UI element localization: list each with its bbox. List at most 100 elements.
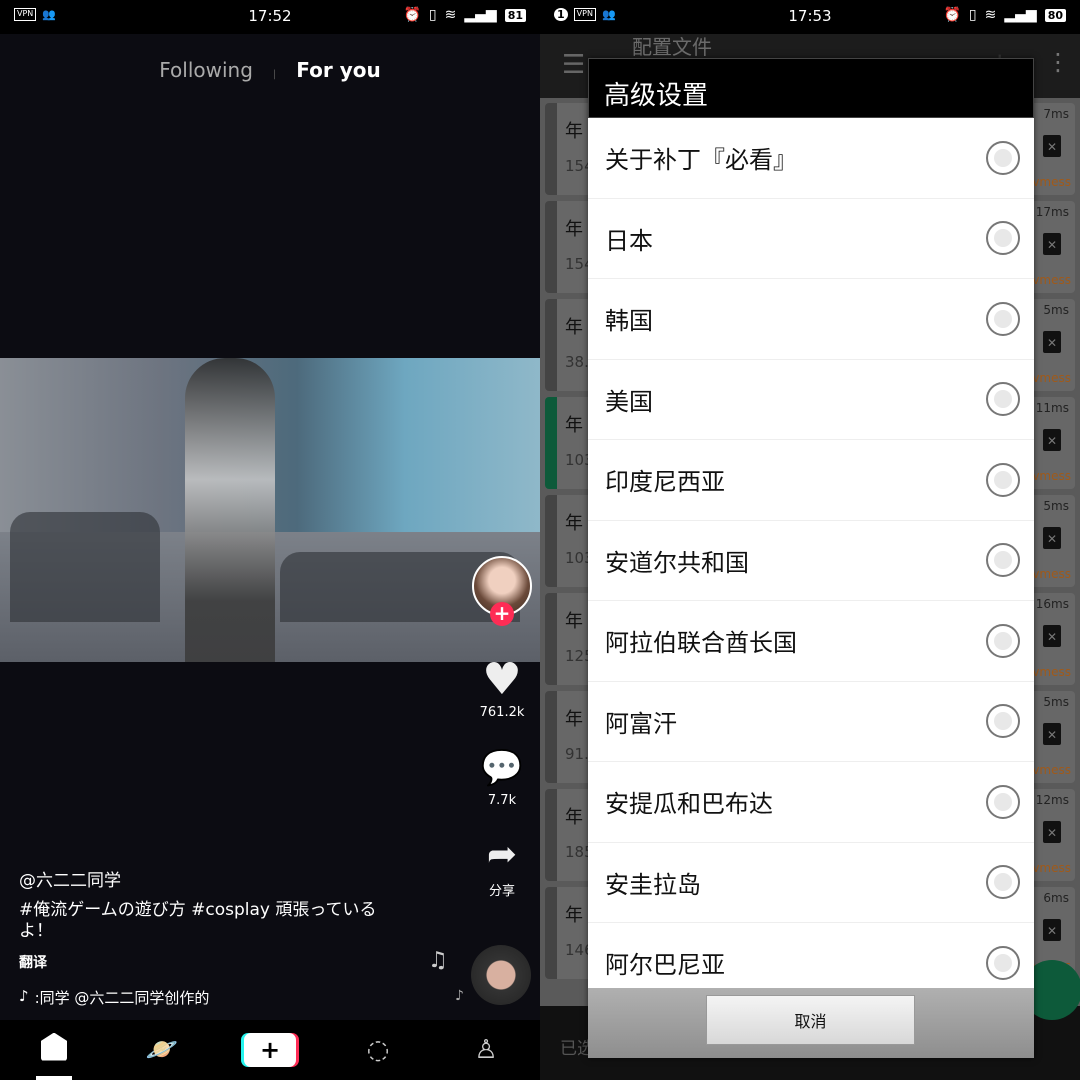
like-count: 761.2k xyxy=(479,705,525,720)
server-name: 年 xyxy=(565,905,583,926)
discover-planet-icon: 🪐 xyxy=(145,1035,179,1065)
delete-icon[interactable]: ✕ xyxy=(1043,233,1061,255)
signal-icon: ▂▄▆ xyxy=(464,7,497,23)
radio-button[interactable] xyxy=(986,784,1020,819)
radio-button[interactable] xyxy=(986,945,1020,980)
radio-dot xyxy=(994,631,1012,650)
server-type: vmess xyxy=(1032,763,1071,777)
cancel-button[interactable]: 取消 xyxy=(706,995,915,1045)
video-cosplayer xyxy=(185,358,275,662)
option-item[interactable]: 韩国 xyxy=(588,279,1034,360)
server-latency: 6ms xyxy=(1043,891,1069,905)
server-latency: 5ms xyxy=(1043,695,1069,709)
vibrate-icon: ▯ xyxy=(968,7,977,23)
server-name: 年 xyxy=(565,807,583,828)
delete-icon[interactable]: ✕ xyxy=(1043,527,1061,549)
radio-dot xyxy=(994,390,1012,409)
nav-profile[interactable]: ♙ xyxy=(456,1035,516,1065)
nav-inbox[interactable]: ◌ xyxy=(348,1035,408,1065)
tab-divider: | xyxy=(272,69,277,80)
delete-icon[interactable]: ✕ xyxy=(1043,919,1061,941)
video-player[interactable] xyxy=(0,358,540,662)
hamburger-menu-icon[interactable]: ☰ xyxy=(562,50,585,80)
battery-icon: 81 xyxy=(504,8,526,22)
follow-plus-icon[interactable]: + xyxy=(490,602,514,626)
server-traffic: 91. xyxy=(565,745,589,763)
translate-link[interactable]: 翻译 xyxy=(19,952,47,972)
server-traffic: 38. xyxy=(565,353,589,371)
delete-icon[interactable]: ✕ xyxy=(1043,723,1061,745)
music-title: :同学 @六二二同学创作的 xyxy=(34,989,210,1007)
card-indicator xyxy=(545,593,557,685)
option-label: 安圭拉岛 xyxy=(605,870,701,899)
comment-button[interactable]: 💬 7.7k xyxy=(470,743,534,808)
option-item[interactable]: 美国 xyxy=(588,360,1034,440)
radio-button[interactable] xyxy=(986,301,1020,336)
radio-button[interactable] xyxy=(986,865,1020,900)
radio-button[interactable] xyxy=(986,382,1020,417)
nav-create[interactable]: + xyxy=(240,1033,300,1067)
option-item[interactable]: 日本 xyxy=(588,199,1034,279)
option-item[interactable]: 印度尼西亚 xyxy=(588,440,1034,521)
option-label: 关于补丁『必看』 xyxy=(605,146,797,175)
radio-dot xyxy=(994,873,1012,892)
music-note-icon: ♪ xyxy=(455,988,464,1004)
radio-button[interactable] xyxy=(986,221,1020,256)
delete-icon[interactable]: ✕ xyxy=(1043,625,1061,647)
comment-count: 7.7k xyxy=(487,793,517,808)
option-label: 阿富汗 xyxy=(605,709,677,738)
option-label: 美国 xyxy=(605,387,653,416)
username[interactable]: @六二二同学 xyxy=(19,866,121,891)
option-item[interactable]: 安提瓜和巴布达 xyxy=(588,762,1034,843)
option-label: 安道尔共和国 xyxy=(605,548,749,577)
delete-icon[interactable]: ✕ xyxy=(1043,429,1061,451)
option-item[interactable]: 关于补丁『必看』 xyxy=(588,118,1034,199)
comment-icon: 💬 xyxy=(480,748,524,788)
nav-discover[interactable]: 🪐 xyxy=(132,1035,192,1065)
share-button[interactable]: ➦ 分享 xyxy=(470,830,534,899)
radio-button[interactable] xyxy=(986,140,1020,175)
like-button[interactable]: ♥ 761.2k xyxy=(470,654,534,721)
card-indicator xyxy=(545,495,557,587)
radio-button[interactable] xyxy=(986,623,1020,658)
tab-for-you[interactable]: For you xyxy=(296,58,380,82)
active-tab-indicator xyxy=(36,1076,72,1080)
dialog-title: 高级设置 xyxy=(588,58,1034,118)
music-info[interactable]: ♪ :同学 @六二二同学创作的 xyxy=(19,987,209,1008)
option-label: 日本 xyxy=(605,226,653,255)
bottom-nav: 🪐 + ◌ ♙ xyxy=(0,1020,540,1080)
server-name: 年 xyxy=(565,709,583,730)
share-arrow-icon: ➦ xyxy=(486,834,518,875)
card-indicator xyxy=(545,887,557,979)
delete-icon[interactable]: ✕ xyxy=(1043,331,1061,353)
option-item[interactable]: 安道尔共和国 xyxy=(588,521,1034,601)
server-latency: 5ms xyxy=(1043,499,1069,513)
battery-icon: 80 xyxy=(1044,8,1066,22)
more-vert-icon[interactable]: ⋮ xyxy=(1046,48,1070,76)
heart-icon: ♥ xyxy=(482,654,522,705)
server-latency: 7ms xyxy=(1043,107,1069,121)
wifi-icon: ≋ xyxy=(444,7,457,23)
create-plus-icon: + xyxy=(244,1033,296,1067)
share-label: 分享 xyxy=(488,884,515,899)
radio-dot xyxy=(994,148,1012,167)
radio-button[interactable] xyxy=(986,704,1020,739)
radio-button[interactable] xyxy=(986,462,1020,497)
server-type: vmess xyxy=(1032,469,1071,483)
delete-icon[interactable]: ✕ xyxy=(1043,135,1061,157)
delete-icon[interactable]: ✕ xyxy=(1043,821,1061,843)
music-disc[interactable] xyxy=(471,945,531,1005)
inbox-message-icon: ◌ xyxy=(366,1035,390,1065)
server-name: 年 xyxy=(565,219,583,240)
nav-home[interactable] xyxy=(24,1032,84,1068)
tiktok-screen: VPN 👥 17:52 ⏰ ▯ ≋ ▂▄▆ 81 Following | For you + … xyxy=(0,0,540,1080)
card-indicator xyxy=(545,103,557,195)
tab-following[interactable]: Following xyxy=(159,58,253,82)
tiktok-note-icon: ♪ xyxy=(19,987,29,1005)
option-item[interactable]: 阿拉伯联合酋长国 xyxy=(588,601,1034,682)
radio-button[interactable] xyxy=(986,543,1020,578)
option-item[interactable]: 阿富汗 xyxy=(588,682,1034,762)
option-item[interactable]: 安圭拉岛 xyxy=(588,843,1034,923)
video-crowd xyxy=(10,512,160,622)
radio-dot xyxy=(994,712,1012,731)
